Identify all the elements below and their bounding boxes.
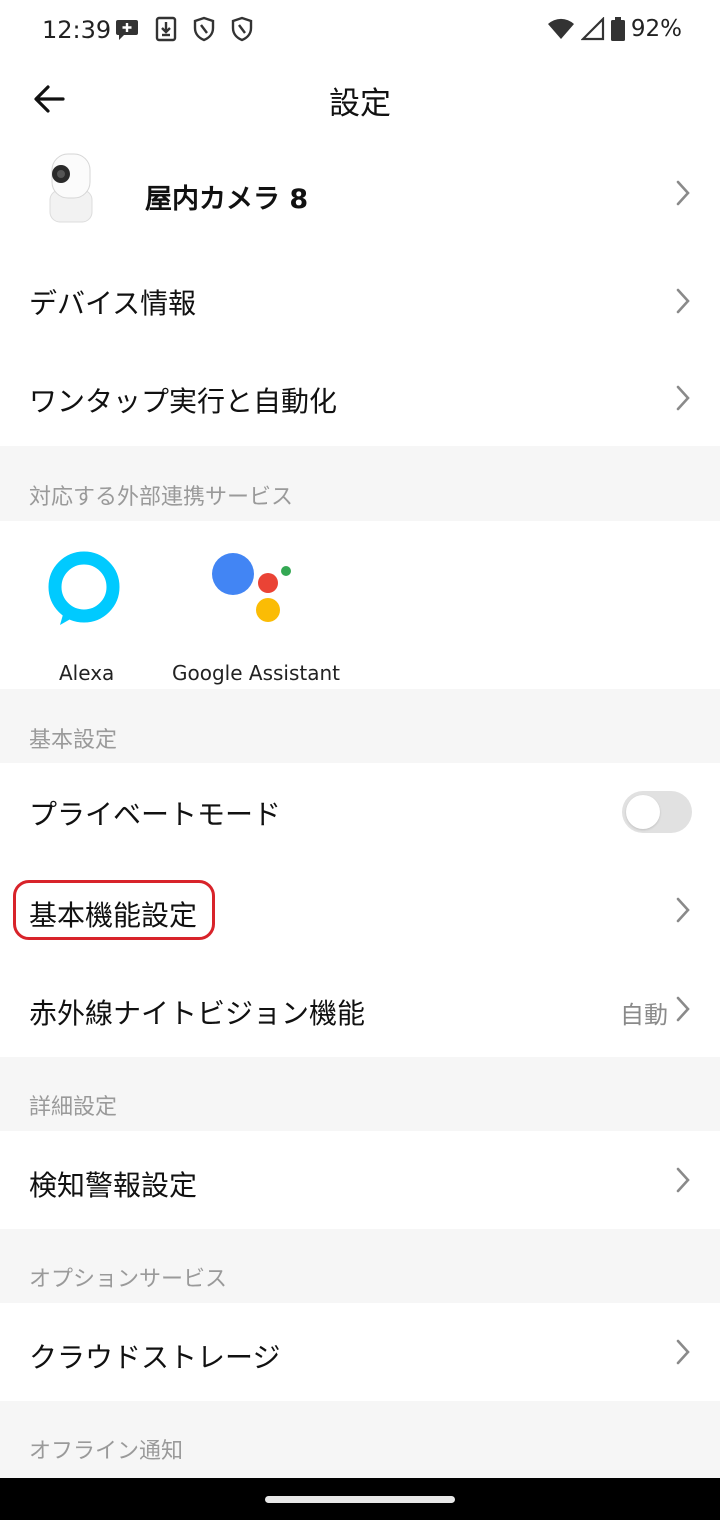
toggle-knob [626, 795, 660, 829]
chevron-right-icon [676, 385, 690, 411]
status-bar: 12:39 92% [0, 0, 720, 62]
device-name: 屋内カメラ 8 [145, 184, 309, 215]
google-assistant-service[interactable] [205, 546, 295, 626]
privacy-mode-toggle[interactable] [622, 791, 692, 833]
privacy-mode-row: プライベートモード [0, 763, 720, 861]
detection-alert-row[interactable]: 検知警報設定 [0, 1131, 720, 1229]
section-offline: オフライン通知 [0, 1401, 720, 1478]
alexa-service[interactable] [44, 549, 124, 629]
camera-thumbnail [49, 153, 93, 223]
battery-icon [610, 17, 625, 41]
google-assistant-label: Google Assistant [172, 661, 340, 685]
device-info-label: デバイス情報 [29, 287, 197, 320]
shield-icon [231, 16, 253, 42]
automation-label: ワンタップ実行と自動化 [29, 385, 338, 418]
section-external: 対応する外部連携サービス [0, 446, 720, 521]
section-basic: 基本設定 [0, 689, 720, 763]
chevron-right-icon [676, 288, 690, 314]
home-gesture-handle[interactable] [265, 1496, 455, 1503]
status-time: 12:39 [42, 16, 112, 44]
night-vision-label: 赤外線ナイトビジョン機能 [29, 997, 366, 1030]
app-bar: 設定 [0, 62, 720, 134]
section-advanced: 詳細設定 [0, 1057, 720, 1131]
privacy-mode-label: プライベートモード [29, 798, 282, 831]
chevron-right-icon [676, 996, 690, 1022]
automation-row[interactable]: ワンタップ実行と自動化 [0, 350, 720, 446]
chevron-right-icon [676, 180, 690, 206]
section-external-title: 対応する外部連携サービス [29, 485, 294, 510]
download-icon [155, 16, 177, 42]
services-row: Alexa Google Assistant [0, 521, 720, 689]
chat-plus-icon [116, 20, 138, 40]
detection-alert-label: 検知警報設定 [29, 1169, 198, 1202]
section-options-title: オプションサービス [29, 1267, 228, 1292]
chevron-right-icon [676, 897, 690, 923]
section-basic-title: 基本設定 [29, 728, 118, 753]
night-vision-value: 自動 [620, 1001, 668, 1029]
night-vision-row[interactable]: 赤外線ナイトビジョン機能 自動 [0, 959, 720, 1057]
device-info-row[interactable]: デバイス情報 [0, 252, 720, 350]
cloud-storage-row[interactable]: クラウドストレージ [0, 1303, 720, 1401]
page-title: 設定 [329, 86, 391, 122]
section-offline-title: オフライン通知 [29, 1439, 184, 1464]
signal-icon [580, 17, 604, 41]
section-advanced-title: 詳細設定 [29, 1095, 118, 1120]
system-nav-bar [0, 1478, 720, 1520]
chevron-right-icon [676, 1339, 690, 1365]
battery-percent: 92% [630, 16, 682, 42]
alexa-icon [48, 551, 120, 625]
cloud-storage-label: クラウドストレージ [29, 1341, 281, 1374]
highlight-annotation [13, 880, 215, 940]
google-assistant-icon [212, 553, 291, 622]
device-row[interactable]: 屋内カメラ 8 [0, 134, 720, 252]
shield-icon [193, 16, 215, 42]
status-left-icons [114, 16, 254, 42]
section-options: オプションサービス [0, 1229, 720, 1303]
status-right-icons: 92% [547, 16, 682, 42]
wifi-icon [547, 18, 574, 39]
chevron-right-icon [676, 1167, 690, 1193]
alexa-label: Alexa [59, 661, 115, 685]
